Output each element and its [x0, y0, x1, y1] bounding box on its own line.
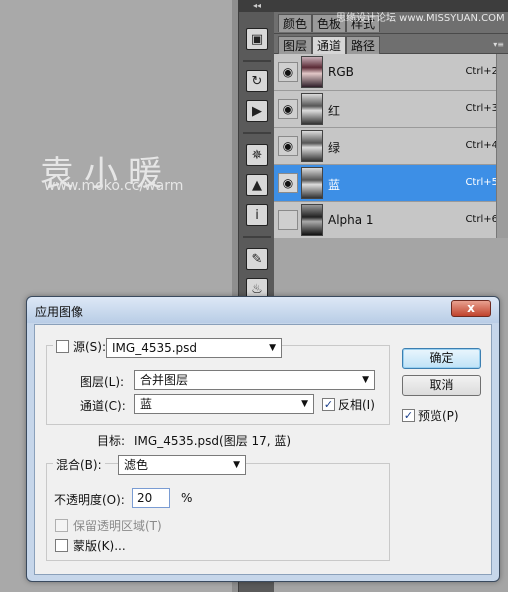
opacity-label: 不透明度(O):	[54, 493, 125, 507]
mask-label: 蒙版(K)...	[73, 539, 126, 553]
chevron-down-icon: ▼	[362, 375, 369, 385]
channel-select[interactable]: 蓝 ▼	[134, 394, 314, 414]
channel-name: Alpha 1	[328, 213, 374, 227]
panel-tabs: 图层 通道 路径 ▾≡	[274, 34, 508, 54]
preserve-transparency-checkbox[interactable]	[55, 519, 68, 532]
histogram-icon[interactable]: ▲	[246, 174, 268, 196]
channel-thumbnail	[301, 56, 323, 88]
channel-name: 红	[328, 104, 341, 118]
channel-row-rgb[interactable]: ◉ RGB Ctrl+2	[274, 54, 508, 91]
channel-name: RGB	[328, 65, 354, 79]
blend-label: 混合(B):	[56, 458, 102, 472]
channel-label: 通道(C):	[80, 399, 126, 413]
tab-channels[interactable]: 通道	[312, 36, 347, 54]
blend-mode-select[interactable]: 滤色 ▼	[118, 455, 246, 475]
eye-icon[interactable]: ◉	[278, 62, 298, 82]
dialog-body: 源(S): IMG_4535.psd ▼ 图层(L): 合并图层 ▼ 通道(C)…	[34, 324, 492, 575]
mask-option[interactable]: 蒙版(K)...	[55, 537, 126, 554]
channel-name: 绿	[328, 141, 341, 155]
eye-icon[interactable]: ◉	[278, 136, 298, 156]
dock-divider	[243, 60, 271, 62]
invert-option[interactable]: ✓ 反相(I)	[322, 396, 375, 413]
source-label: 源(S):	[73, 340, 107, 354]
layer-select[interactable]: 合并图层 ▼	[134, 370, 375, 390]
target-value: IMG_4535.psd(图层 17, 蓝)	[134, 434, 292, 448]
chevron-down-icon: ▼	[269, 343, 276, 353]
channel-thumbnail	[301, 167, 323, 199]
channel-thumbnail	[301, 93, 323, 125]
target-label: 目标:	[97, 434, 126, 448]
dialog-titlebar[interactable]: 应用图像 x	[27, 297, 499, 323]
panel-tabs-top: 颜色 色板 样式 思缘设计论坛 www.MISSYUAN.COM	[274, 12, 508, 34]
chevron-down-icon: ▼	[233, 460, 240, 470]
opacity-input[interactable]: 20	[132, 488, 170, 508]
panel-menu-icon[interactable]: ▾≡	[493, 40, 504, 49]
eye-icon[interactable]: ◉	[278, 99, 298, 119]
ok-button[interactable]: 确定	[402, 348, 481, 369]
brush-presets-icon[interactable]: ✎	[246, 248, 268, 270]
channel-shortcut: Ctrl+4	[465, 140, 498, 151]
close-button[interactable]: x	[451, 300, 491, 317]
swatch-wheel-icon[interactable]: ✵	[246, 144, 268, 166]
channel-row-alpha[interactable]: Alpha 1 Ctrl+6	[274, 202, 508, 239]
tab-paths[interactable]: 路径	[346, 36, 381, 54]
preview-option[interactable]: ✓ 预览(P)	[402, 407, 459, 424]
actions-icon[interactable]: ▶	[246, 100, 268, 122]
layer-value: 合并图层	[140, 373, 189, 387]
visibility-toggle-empty[interactable]	[278, 210, 298, 230]
eye-icon[interactable]: ◉	[278, 173, 298, 193]
watermark-url: www.moko.cc/warm	[44, 178, 184, 194]
history-icon[interactable]: ↻	[246, 70, 268, 92]
preview-checkbox[interactable]: ✓	[402, 409, 415, 422]
source-legend: 源(S):	[53, 338, 110, 355]
channel-shortcut: Ctrl+2	[465, 66, 498, 77]
channel-shortcut: Ctrl+5	[465, 177, 498, 188]
dock-divider	[243, 236, 271, 238]
dock-divider	[243, 132, 271, 134]
navigator-icon[interactable]: ▣	[246, 28, 268, 50]
invert-checkbox[interactable]: ✓	[322, 398, 335, 411]
channel-value: 蓝	[140, 397, 153, 411]
mask-checkbox[interactable]	[55, 539, 68, 552]
blend-legend: 混合(B):	[53, 456, 105, 473]
cancel-button[interactable]: 取消	[402, 375, 481, 396]
apply-image-dialog: 应用图像 x 源(S): IMG_4535.psd ▼ 图层(L): 合并图层 …	[26, 296, 500, 582]
channel-row-blue[interactable]: ◉ 蓝 Ctrl+5	[274, 165, 508, 202]
channel-row-green[interactable]: ◉ 绿 Ctrl+4	[274, 128, 508, 165]
channel-name: 蓝	[328, 178, 341, 192]
preserve-transparency-option[interactable]: 保留透明区域(T)	[55, 517, 162, 534]
channel-thumbnail	[301, 204, 323, 236]
source-checkbox[interactable]	[56, 340, 69, 353]
preserve-transparency-label: 保留透明区域(T)	[73, 519, 162, 533]
collapse-dock-button[interactable]: ◂◂	[239, 0, 275, 12]
info-icon[interactable]: i	[246, 204, 268, 226]
blend-mode-value: 滤色	[124, 458, 149, 472]
preview-label: 预览(P)	[418, 409, 459, 423]
panel-scrollbar[interactable]	[496, 54, 508, 238]
channel-shortcut: Ctrl+3	[465, 103, 498, 114]
dialog-title: 应用图像	[35, 305, 84, 319]
channel-shortcut: Ctrl+6	[465, 214, 498, 225]
channel-row-red[interactable]: ◉ 红 Ctrl+3	[274, 91, 508, 128]
chevron-down-icon: ▼	[301, 399, 308, 409]
source-value: IMG_4535.psd	[112, 341, 198, 355]
channel-thumbnail	[301, 130, 323, 162]
source-select[interactable]: IMG_4535.psd ▼	[106, 338, 282, 358]
tab-color[interactable]: 颜色	[278, 14, 313, 32]
opacity-unit: %	[181, 491, 193, 505]
invert-label: 反相(I)	[338, 398, 375, 412]
tab-layers[interactable]: 图层	[278, 36, 313, 54]
site-watermark: 思缘设计论坛 www.MISSYUAN.COM	[336, 13, 505, 24]
layer-label: 图层(L):	[80, 375, 125, 389]
